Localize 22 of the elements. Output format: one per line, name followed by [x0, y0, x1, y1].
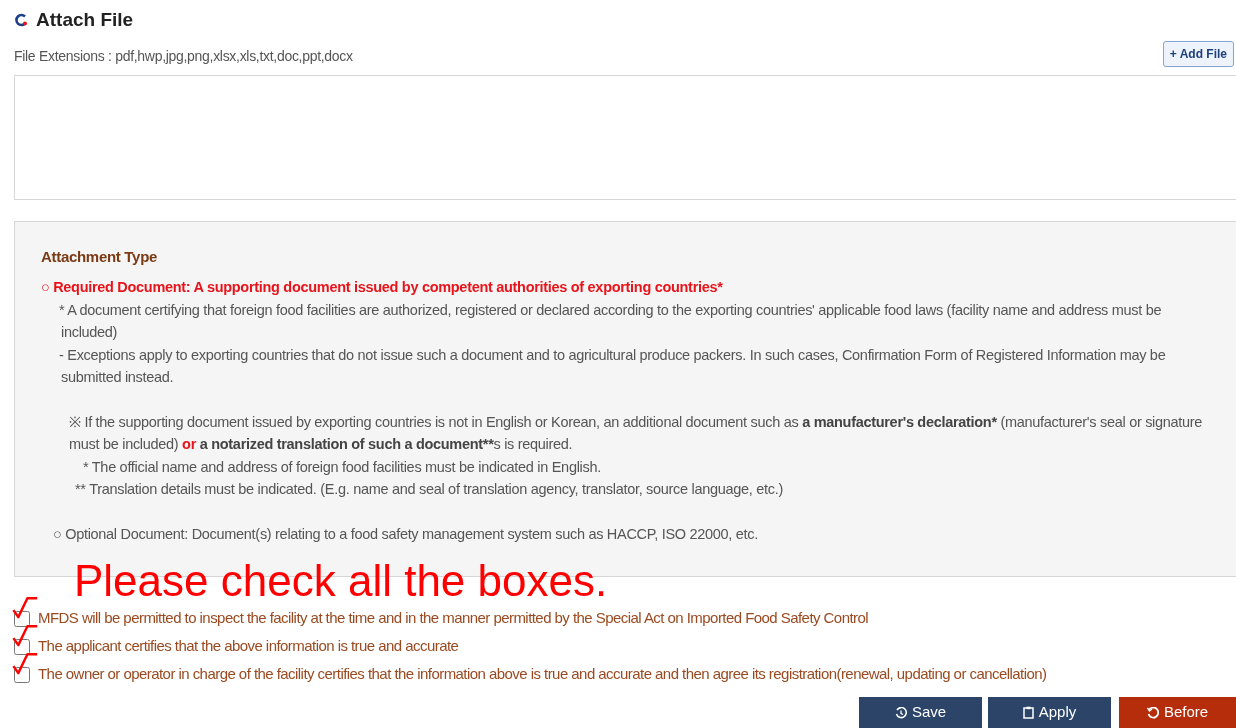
agreement-label: The applicant certifies that the above information is true and accurate: [38, 636, 459, 657]
requirement-text: - Exceptions apply to exporting countries that do not issue such a document and to agricultural produce packers. In such cases, Confirmation Form of Registered Information may be submitted instead.: [58, 345, 1167, 387]
save-button[interactable]: Save: [859, 696, 982, 728]
panel-heading: Attachment Type: [41, 246, 159, 267]
before-button[interactable]: Before: [1119, 696, 1236, 728]
section-title: Attach File: [36, 8, 134, 32]
footnote-text: * The official name and address of foreign food facilities must be indicated in English.: [82, 457, 602, 477]
apply-button[interactable]: Apply: [988, 696, 1111, 728]
clock-icon: [894, 706, 907, 719]
footnote-text: ** Translation details must be indicated. (E.g. name and seal of translation agency, translator, source language, etc.): [74, 480, 784, 499]
note-text: ※ If the supporting document issued by exporting countries is not in English or Korean, an additional document such as a manufacturer's declaration* (manufacturer's seal or signature must be included) or a notarized translation of such a document**s is required.: [68, 412, 1204, 454]
optional-document-option[interactable]: ○ Optional Document: Document(s) relating to a food safety management system such as HACCP, ISO 22000, etc.: [41, 522, 1206, 545]
add-file-button[interactable]: + Add File: [1162, 40, 1234, 67]
required-document-option[interactable]: ○ Required Document: A supporting document issued by competent authorities of exporting countries*: [41, 276, 1206, 299]
agreement-label: MFDS will be permitted to inspect the facility at the time and in the manner permitted by the Special Act on Imported Food Safety Control: [38, 608, 869, 629]
agreement-label: The owner or operator in charge of the facility certifies that the information above is true and accurate and then agree its registration(renewal, updating or cancellation): [38, 664, 1047, 685]
logo-icon: [14, 13, 28, 28]
requirement-text: * A document certifying that foreign food facilities are authorized, registered or declared according to the exporting countries' applicable food laws (facility name and address must be included): [58, 300, 1163, 342]
undo-icon: [1146, 706, 1159, 719]
clipboard-icon: [1022, 706, 1034, 719]
annotation-text: Please check all the boxes.: [74, 556, 609, 605]
file-extensions-text: File Extensions : pdf,hwp,jpg,png,xlsx,xls,txt,doc,ppt,docx: [14, 46, 353, 66]
